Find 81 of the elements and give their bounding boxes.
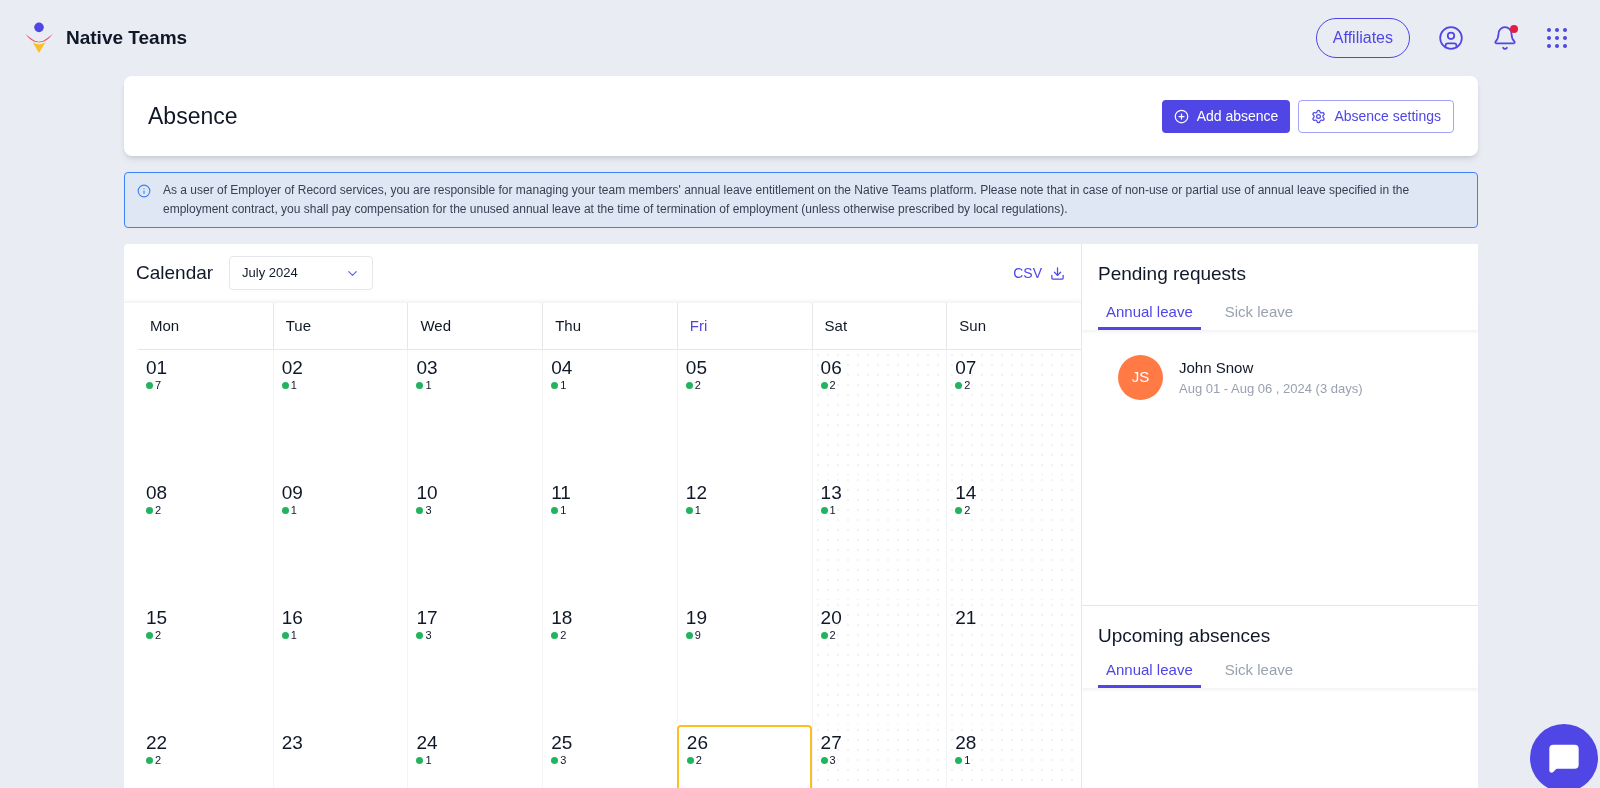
day-number: 23 (281, 733, 304, 753)
day-number: 21 (955, 608, 978, 628)
day-number: 27 (820, 733, 843, 753)
avatar: JS (1118, 355, 1163, 400)
absence-count: 9 (694, 629, 701, 641)
plus-circle-icon (1173, 108, 1189, 124)
request-name: John Snow (1179, 357, 1255, 378)
absence-count: 3 (425, 629, 432, 641)
tab[interactable]: Annual leave (1098, 300, 1201, 330)
add-absence-button[interactable]: Add absence (1161, 99, 1291, 133)
absence-count: 1 (964, 754, 971, 766)
bell-icon[interactable] (1492, 25, 1518, 51)
absence-count: 2 (560, 629, 567, 641)
day-number: 19 (685, 608, 708, 628)
absence-settings-button[interactable]: Absence settings (1298, 99, 1454, 133)
day-number: 10 (416, 483, 439, 503)
weekday-header: Sat (811, 303, 947, 350)
day-number: 20 (820, 608, 843, 628)
absence-count: 1 (560, 504, 567, 516)
brand-name: Native Teams (66, 25, 188, 50)
day-number: 01 (146, 358, 169, 378)
absence-count: 3 (425, 504, 432, 516)
absence-count: 1 (829, 504, 836, 516)
day-number: 24 (416, 733, 439, 753)
day-number: 18 (551, 608, 574, 628)
absence-count: 1 (425, 754, 432, 766)
day-number: 08 (146, 483, 169, 503)
request-dates: Aug 01 - Aug 06 , 2024 (3 days) (1179, 380, 1363, 398)
day-number: 14 (955, 483, 978, 503)
chat-button[interactable] (1530, 724, 1598, 788)
absence-count: 2 (155, 504, 162, 516)
day-number: 06 (820, 358, 843, 378)
absence-count: 3 (829, 754, 836, 766)
day-number: 04 (551, 358, 574, 378)
day-number: 17 (416, 608, 439, 628)
absence-count: 1 (694, 504, 701, 516)
day-number: 25 (551, 733, 574, 753)
day-number: 28 (955, 733, 978, 753)
absence-count: 2 (964, 379, 971, 391)
day-number: 16 (281, 608, 304, 628)
absence-count: 2 (694, 379, 701, 391)
absence-count: 2 (695, 754, 702, 766)
day-number: 15 (146, 608, 169, 628)
absence-count: 2 (964, 504, 971, 516)
day-number: 11 (551, 483, 572, 503)
info-text: As a user of Employer of Record services, you are responsible for managing your team members' annual leave entitlement on the Native Teams platform. Please note that in case of non-use or partial use of annual leave specified in the employment contract, you shall pay compensation for the unused annual leave at the time of termination of employment (unless otherwise prescribed by local regulations). (163, 182, 1411, 218)
absence-count: 1 (425, 379, 432, 391)
absence-count: 2 (829, 629, 836, 641)
day-number: 09 (281, 483, 304, 503)
csv-export-button[interactable]: CSV (1013, 262, 1065, 284)
panel-title: Pending requests (1097, 262, 1247, 286)
month-dropdown[interactable]: July 2024 (229, 256, 374, 290)
absence-count: 2 (155, 629, 162, 641)
absence-count: 2 (155, 754, 162, 766)
weekday-header: Sun (946, 303, 1081, 350)
info-icon (137, 184, 151, 198)
day-number: 12 (685, 483, 708, 503)
calendar-title: Calendar (136, 260, 214, 285)
download-icon (1050, 265, 1065, 281)
apps-grid-icon[interactable] (1546, 27, 1568, 49)
absence-count: 2 (829, 379, 836, 391)
day-number: 26 (686, 733, 709, 753)
day-number: 03 (416, 358, 439, 378)
panel-title: Upcoming absences (1097, 624, 1272, 648)
absence-count: 1 (290, 629, 297, 641)
absence-count: 3 (560, 754, 567, 766)
absence-count: 1 (290, 379, 297, 391)
absence-count: 1 (560, 379, 567, 391)
user-icon[interactable] (1438, 25, 1464, 51)
tab[interactable]: Annual leave (1098, 658, 1201, 688)
day-cell[interactable]: 26 2 (676, 725, 812, 788)
absence-count: 1 (290, 504, 297, 516)
day-number: 05 (685, 358, 708, 378)
page-title: Absence (148, 101, 238, 131)
chat-bubble-icon (1548, 742, 1580, 774)
day-number: 07 (955, 358, 978, 378)
day-number: 13 (820, 483, 843, 503)
day-number: 22 (146, 733, 169, 753)
day-number: 02 (281, 358, 304, 378)
gear-icon (1311, 108, 1327, 124)
absence-count: 7 (155, 379, 162, 391)
